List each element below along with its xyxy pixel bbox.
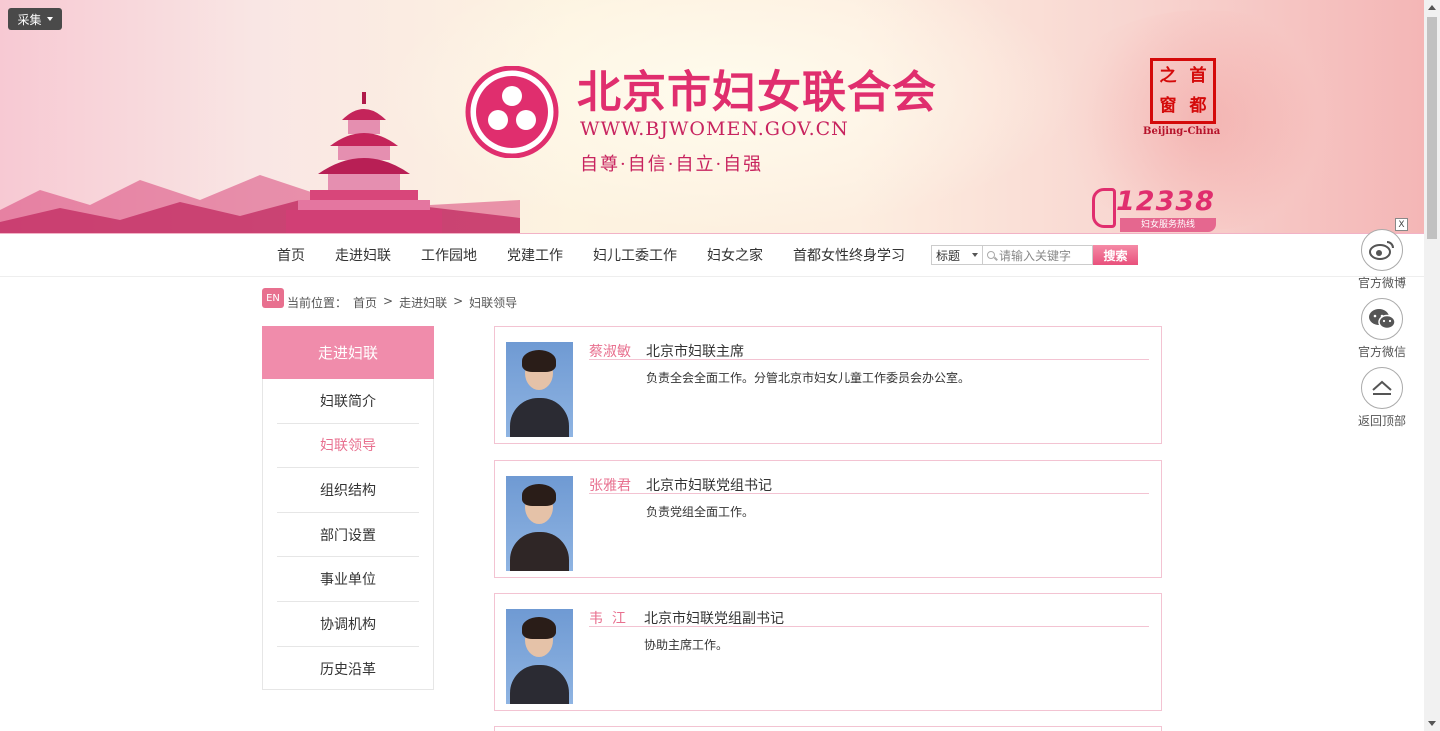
seal-char: 窗 [1159,96,1177,116]
sidebar-heading: 走进妇联 [262,326,434,379]
wechat-link[interactable]: 官方微信 [1356,298,1408,360]
breadcrumb: 当前位置： 首页 > 走进妇联 > 妇联领导 [287,294,517,311]
sidebar-item-intro[interactable]: 妇联简介 [277,379,419,424]
hotline-caption: 妇女服务热线 [1120,218,1216,232]
weibo-label: 官方微博 [1357,276,1406,290]
back-to-top-label: 返回顶部 [1357,414,1406,428]
seal-char: 之 [1159,66,1177,86]
temple-of-heaven-illustration [286,92,442,233]
leader-photo[interactable] [506,476,573,571]
leader-card [494,726,1162,731]
leader-title: 北京市妇联主席 [646,344,744,360]
search-input[interactable]: 请输入关键字 [983,245,1093,265]
nav-item-party[interactable]: 党建工作 [492,245,578,265]
sidebar-item-coordination[interactable]: 协调机构 [277,602,419,647]
sidebar-item-organization[interactable]: 组织结构 [277,468,419,513]
main-nav: 首页 走进妇联 工作园地 党建工作 妇儿工委工作 妇女之家 首都女性终身学习 [262,234,920,276]
wechat-label: 官方微信 [1357,345,1406,359]
leader-card: 韦 江 北京市妇联党组副书记 协助主席工作。 [494,593,1162,711]
nav-item-committee[interactable]: 妇儿工委工作 [578,245,692,265]
english-version-button[interactable]: EN [262,288,284,308]
leader-title: 北京市妇联党组书记 [646,478,772,494]
nav-bottom-border [0,276,1424,277]
capital-window-seal: 之 首 窗 都 [1150,58,1216,124]
phone-icon [1092,188,1116,228]
breadcrumb-separator: > [453,294,464,308]
chevron-down-icon [46,17,53,21]
nav-item-home[interactable]: 首页 [262,245,320,265]
nav-item-work[interactable]: 工作园地 [406,245,492,265]
seal-caption: Beijing-China [1143,126,1221,137]
scroll-up-icon[interactable] [1428,5,1436,10]
divider [589,626,1149,627]
nav-item-learning[interactable]: 首都女性终身学习 [778,245,920,265]
header-banner: 采集 北京市妇女联合会 WWW.BJWOMEN.GOV.CN 自尊·自信·自立·… [0,0,1424,233]
breadcrumb-link-about[interactable]: 走进妇联 [399,294,447,311]
breadcrumb-link-home[interactable]: 首页 [353,294,377,311]
weibo-icon [1361,229,1403,271]
sidebar-item-institutions[interactable]: 事业单位 [277,557,419,602]
leader-title: 北京市妇联党组副书记 [644,611,784,627]
divider [589,493,1149,494]
nav-item-womens-home[interactable]: 妇女之家 [692,245,778,265]
search-button[interactable]: 搜索 [1093,245,1138,265]
leader-photo[interactable] [506,609,573,704]
search-icon [987,251,995,259]
seal-char: 都 [1189,96,1207,116]
breadcrumb-separator: > [383,294,394,308]
leader-name[interactable]: 蔡淑敏 [589,341,631,361]
site-slogan: 自尊·自信·自立·自强 [580,154,764,175]
hotline-badge: 12338 妇女服务热线 [1092,186,1222,232]
leader-duties: 负责党组全面工作。 [646,505,755,519]
breadcrumb-current: 妇联领导 [469,296,518,310]
page-scrollbar[interactable] [1424,0,1440,731]
sidebar-item-departments[interactable]: 部门设置 [277,513,419,558]
breadcrumb-prefix: 当前位置： [287,296,348,310]
weibo-link[interactable]: 官方微博 [1356,229,1408,291]
scroll-thumb[interactable] [1427,17,1437,239]
leader-duties: 协助主席工作。 [644,638,729,652]
wechat-icon [1361,298,1403,340]
leader-card: 蔡淑敏 北京市妇联主席 负责全会全面工作。分管北京市妇女儿童工作委员会办公室。 [494,326,1162,444]
chevron-down-icon [972,253,978,257]
leader-name[interactable]: 张雅君 [589,475,631,495]
scroll-down-icon[interactable] [1428,721,1436,726]
sidebar-item-leaders[interactable]: 妇联领导 [277,424,419,469]
sidebar: 走进妇联 妇联简介 妇联领导 组织结构 部门设置 事业单位 协调机构 历史沿革 [262,326,434,690]
nav-item-about[interactable]: 走进妇联 [320,245,406,265]
leader-card: 张雅君 北京市妇联党组书记 负责党组全面工作。 [494,460,1162,578]
divider [589,359,1149,360]
womens-federation-logo [465,66,559,158]
leader-name[interactable]: 韦 江 [589,608,626,628]
search-type-value: 标题 [936,248,961,263]
leader-photo[interactable] [506,342,573,437]
back-to-top-icon [1361,367,1403,409]
hotline-number: 12338 [1116,186,1215,217]
search-bar: 标题 请输入关键字 搜索 [931,245,1138,265]
sidebar-item-history[interactable]: 历史沿革 [277,647,419,692]
back-to-top-link[interactable]: 返回顶部 [1356,367,1408,429]
collect-button[interactable]: 采集 [8,8,62,30]
search-placeholder: 请输入关键字 [999,248,1072,263]
seal-char: 首 [1189,66,1207,86]
leader-duties: 负责全会全面工作。分管北京市妇女儿童工作委员会办公室。 [646,371,971,385]
collect-label: 采集 [17,12,42,27]
site-title: 北京市妇女联合会 [577,67,937,118]
site-url: WWW.BJWOMEN.GOV.CN [580,118,849,140]
search-type-select[interactable]: 标题 [931,245,983,265]
